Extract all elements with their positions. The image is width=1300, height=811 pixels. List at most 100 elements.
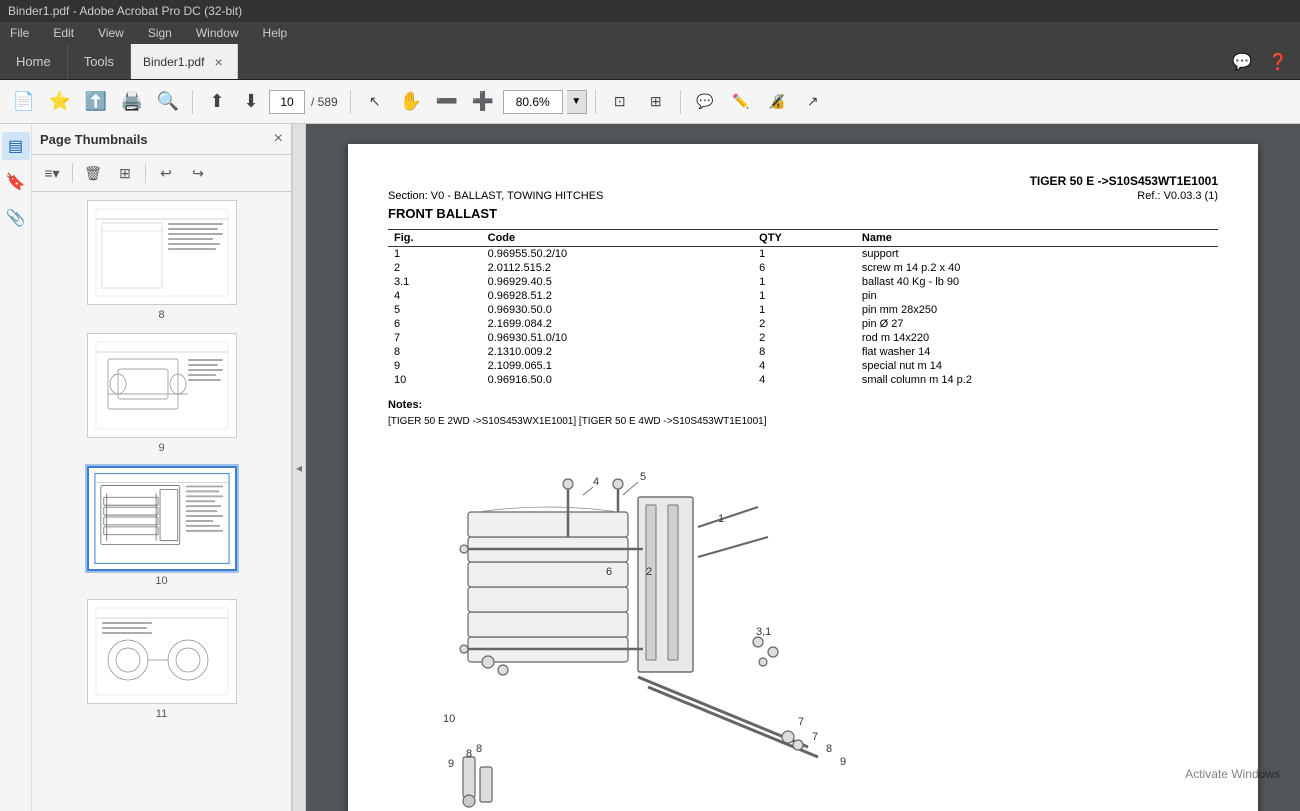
highlight-button[interactable]: ✏️ [725, 86, 757, 118]
svg-text:9: 9 [840, 756, 846, 768]
svg-text:2: 2 [646, 566, 652, 578]
sb-undo-button[interactable]: ↩ [152, 159, 180, 187]
thumbnail-list: 8 [32, 192, 291, 811]
tab-spacer [238, 44, 1221, 79]
svg-text:8: 8 [466, 748, 472, 760]
upload-button[interactable]: ⬆️ [80, 86, 112, 118]
tab-doc-label: Binder1.pdf [143, 55, 204, 69]
cell-code: 2.1310.009.2 [482, 345, 754, 359]
tab-tools-label: Tools [84, 54, 114, 69]
cell-qty: 1 [753, 275, 856, 289]
menu-edit[interactable]: Edit [47, 24, 80, 42]
sb-menu-button[interactable]: ≡▾ [38, 159, 66, 187]
menu-view[interactable]: View [92, 24, 130, 42]
menu-help[interactable]: Help [257, 24, 294, 42]
hand-tool[interactable]: ✋ [395, 86, 427, 118]
pdf-title: FRONT BALLAST [388, 206, 1218, 221]
cell-fig: 8 [388, 345, 482, 359]
zoom-in-button[interactable]: ➕ [467, 86, 499, 118]
cell-fig: 9 [388, 359, 482, 373]
cell-code: 0.96930.51.0/10 [482, 331, 754, 345]
comment-icon[interactable]: 💬 [1232, 52, 1252, 72]
cell-code: 0.96928.51.2 [482, 289, 754, 303]
thumbnail-8[interactable]: 8 [40, 200, 283, 321]
stamp-button[interactable]: 🔏 [761, 86, 793, 118]
cell-name: ballast 40 Kg - lb 90 [856, 275, 1218, 289]
bookmark-button[interactable]: ⭐ [44, 86, 76, 118]
titlebar-title: Binder1.pdf - Adobe Acrobat Pro DC (32-b… [8, 4, 242, 18]
col-qty: QTY [753, 230, 856, 247]
search-button[interactable]: 🔍 [152, 86, 184, 118]
table-row: 8 2.1310.009.2 8 flat washer 14 [388, 345, 1218, 359]
pdf-section-line: Section: V0 - BALLAST, TOWING HITCHES Re… [388, 190, 1218, 202]
thumbnail-10[interactable]: 10 [40, 466, 283, 587]
cell-fig: 7 [388, 331, 482, 345]
comment-button[interactable]: 💬 [689, 86, 721, 118]
thumb-img-11 [87, 599, 237, 704]
cell-name: small column m 14 p.2 [856, 373, 1218, 387]
zoom-dropdown[interactable]: ▼ [567, 90, 587, 114]
fit-page-button[interactable]: ⊡ [604, 86, 636, 118]
thumb-img-8 [87, 200, 237, 305]
thumbnail-11[interactable]: 11 [40, 599, 283, 720]
cell-name: pin [856, 289, 1218, 303]
cell-qty: 1 [753, 303, 856, 317]
cursor-tool[interactable]: ↖ [359, 86, 391, 118]
pdf-section: Section: V0 - BALLAST, TOWING HITCHES [388, 190, 603, 202]
menu-window[interactable]: Window [190, 24, 245, 42]
menubar: File Edit View Sign Window Help [0, 22, 1300, 44]
cell-fig: 6 [388, 317, 482, 331]
notes-label: Notes: [388, 399, 422, 411]
table-row: 7 0.96930.51.0/10 2 rod m 14x220 [388, 331, 1218, 345]
thumb-label-9: 9 [158, 442, 164, 454]
thumbnail-9[interactable]: 9 [40, 333, 283, 454]
cell-code: 2.1699.084.2 [482, 317, 754, 331]
page-number-input[interactable]: 10 [269, 90, 305, 114]
tab-home[interactable]: Home [0, 44, 68, 79]
tab-tools[interactable]: Tools [68, 44, 131, 79]
zoom-out-button[interactable]: ➖ [431, 86, 463, 118]
pdf-ref: Ref.: V0.03.3 (1) [1137, 190, 1218, 202]
thumbnails-icon[interactable]: ▤ [2, 132, 30, 160]
sidebar-header: Page Thumbnails × [32, 124, 291, 155]
parts-table: Fig. Code QTY Name 1 0.96955.50.2/10 1 [388, 229, 1218, 387]
col-fig: Fig. [388, 230, 482, 247]
attachments-icon[interactable]: 📎 [2, 204, 30, 232]
next-page-button[interactable]: ⬇ [235, 86, 267, 118]
sb-redo-button[interactable]: ↪ [184, 159, 212, 187]
cell-fig: 4 [388, 289, 482, 303]
svg-text:9: 9 [448, 758, 454, 770]
sep-4 [680, 90, 681, 114]
pdf-parts-section: Fig. Code QTY Name 1 0.96955.50.2/10 1 [388, 229, 1218, 437]
bookmarks-icon[interactable]: 🔖 [2, 168, 30, 196]
sb-sep-1 [72, 163, 73, 183]
sidebar-collapse-handle[interactable]: ◂ [292, 124, 306, 811]
pdf-page: TIGER 50 E ->S10S453WT1E1001 Section: V0… [348, 144, 1258, 811]
cell-qty: 1 [753, 289, 856, 303]
sidebar-close-button[interactable]: × [274, 130, 283, 148]
pdf-viewer[interactable]: TIGER 50 E ->S10S453WT1E1001 Section: V0… [306, 124, 1300, 811]
new-button[interactable]: 📄 [8, 86, 40, 118]
sb-delete-button[interactable]: 🗑 [79, 159, 107, 187]
export-button[interactable]: ↗ [797, 86, 829, 118]
prev-page-button[interactable]: ⬆ [201, 86, 233, 118]
sb-insert-button[interactable]: ⊞ [111, 159, 139, 187]
cell-qty: 4 [753, 373, 856, 387]
sidebar-title: Page Thumbnails [40, 132, 148, 147]
menu-sign[interactable]: Sign [142, 24, 178, 42]
tab-close-button[interactable]: × [212, 54, 224, 70]
tab-doc[interactable]: Binder1.pdf × [131, 44, 238, 79]
svg-text:3,1: 3,1 [756, 626, 771, 638]
zoom-input[interactable]: 80.6% [503, 90, 563, 114]
cell-qty: 2 [753, 331, 856, 345]
print-button[interactable]: 🖨️ [116, 86, 148, 118]
cell-name: flat washer 14 [856, 345, 1218, 359]
notes-text: [TIGER 50 E 2WD ->S10S453WX1E1001] [TIGE… [388, 416, 767, 427]
table-row: 6 2.1699.084.2 2 pin Ø 27 [388, 317, 1218, 331]
diagram-image: 4 5 6 6 2 1 3,1 IO_D1052_45_0-A-001 9 8 … [408, 457, 828, 811]
cell-code: 0.96916.50.0 [482, 373, 754, 387]
marquee-tool[interactable]: ⊞ [640, 86, 672, 118]
menu-file[interactable]: File [4, 24, 35, 42]
thumb-label-11: 11 [156, 708, 167, 720]
help-icon[interactable]: ❓ [1268, 52, 1288, 72]
